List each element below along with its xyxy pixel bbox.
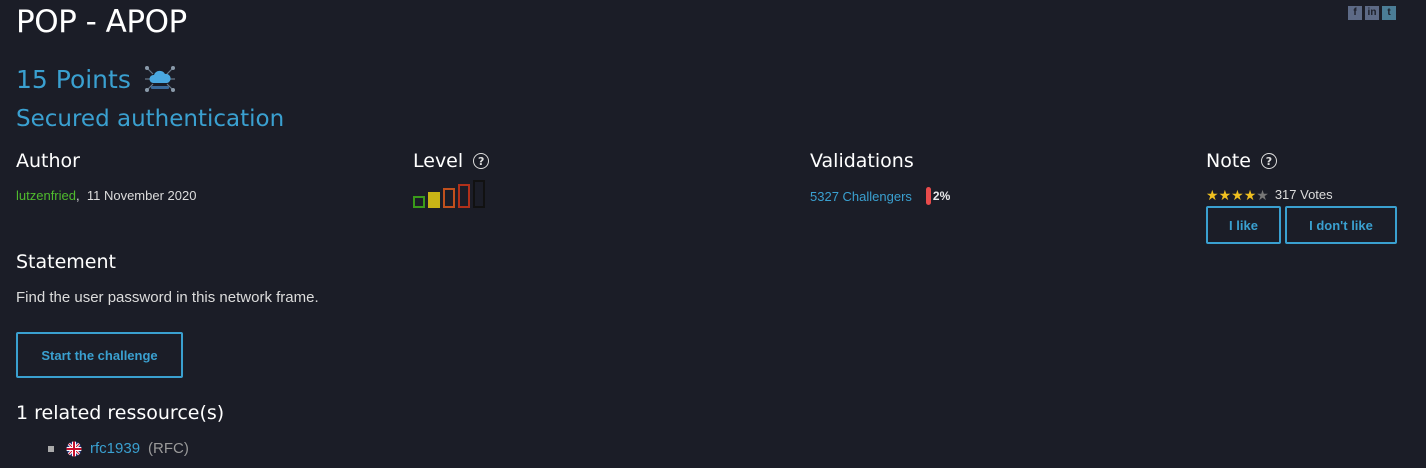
linkedin-share-icon[interactable]: in xyxy=(1365,6,1379,20)
share-bar: f in t xyxy=(1348,6,1396,20)
rating-stars: ★ ★ ★ ★ ★ xyxy=(1206,188,1269,202)
validations-row: 5327 Challengers 2% xyxy=(810,187,950,205)
resource-item: rfc1939 (RFC) xyxy=(48,440,189,457)
author-date: 11 November 2020 xyxy=(86,188,197,203)
votes-row: ★ ★ ★ ★ ★ 317 Votes xyxy=(1206,187,1397,202)
level-bar-1 xyxy=(413,196,425,208)
resources-heading: 1 related ressource(s) xyxy=(16,402,225,424)
statement-heading: Statement xyxy=(16,251,116,273)
start-challenge-button[interactable]: Start the challenge xyxy=(16,332,183,378)
star-filled-icon: ★ xyxy=(1243,186,1257,203)
facebook-share-icon[interactable]: f xyxy=(1348,6,1362,20)
page-title: POP - APOP xyxy=(16,4,187,40)
level-bar-2 xyxy=(428,192,440,208)
points-row: 15 Points xyxy=(16,62,177,96)
star-filled-icon: ★ xyxy=(1231,186,1244,203)
validation-percent: 2% xyxy=(925,187,951,205)
vote-buttons: I like I don't like xyxy=(1206,206,1397,244)
twitter-share-icon[interactable]: t xyxy=(1382,6,1396,20)
votes-count: 317 Votes xyxy=(1274,187,1333,202)
like-button[interactable]: I like xyxy=(1206,206,1281,244)
statement-text: Find the user password in this network f… xyxy=(16,289,319,306)
resource-type: (RFC) xyxy=(148,440,189,457)
author-row: lutzenfried, 11 November 2020 xyxy=(16,188,196,203)
points-value: 15 Points xyxy=(16,64,131,94)
level-section: Level ? xyxy=(413,150,490,208)
author-separator: , xyxy=(75,188,80,203)
level-bar-4 xyxy=(458,184,470,208)
challengers-link[interactable]: 5327 Challengers xyxy=(810,189,912,204)
note-heading: Note xyxy=(1206,150,1251,172)
star-filled-icon: ★ xyxy=(1206,186,1219,203)
note-help-icon[interactable]: ? xyxy=(1260,153,1277,169)
star-empty-icon: ★ xyxy=(1256,186,1269,203)
validation-percent-label: 2% xyxy=(932,189,951,203)
author-section: Author lutzenfried, 11 November 2020 xyxy=(16,150,196,203)
level-heading: Level xyxy=(413,150,464,172)
level-bar-5 xyxy=(473,180,485,208)
author-heading: Author xyxy=(16,150,80,172)
level-bar-3 xyxy=(443,188,455,208)
validations-section: Validations 5327 Challengers 2% xyxy=(810,150,950,205)
star-filled-icon: ★ xyxy=(1218,186,1232,203)
challenge-page: f in t POP - APOP 15 Points Secured auth… xyxy=(0,0,1426,468)
validations-heading: Validations xyxy=(810,150,914,172)
challenge-category: Secured authentication xyxy=(16,106,285,132)
uk-flag-icon xyxy=(66,441,82,456)
author-link[interactable]: lutzenfried xyxy=(16,188,76,203)
dislike-button[interactable]: I don't like xyxy=(1285,206,1397,244)
level-indicator xyxy=(413,180,489,208)
resource-link[interactable]: rfc1939 xyxy=(90,440,140,457)
note-section: Note ? ★ ★ ★ ★ ★ 317 Votes I like I don't li… xyxy=(1206,150,1397,244)
network-cloud-icon xyxy=(144,66,175,92)
bullet-icon xyxy=(48,445,54,452)
validation-percent-bar xyxy=(925,187,931,205)
level-help-icon[interactable]: ? xyxy=(473,153,490,169)
